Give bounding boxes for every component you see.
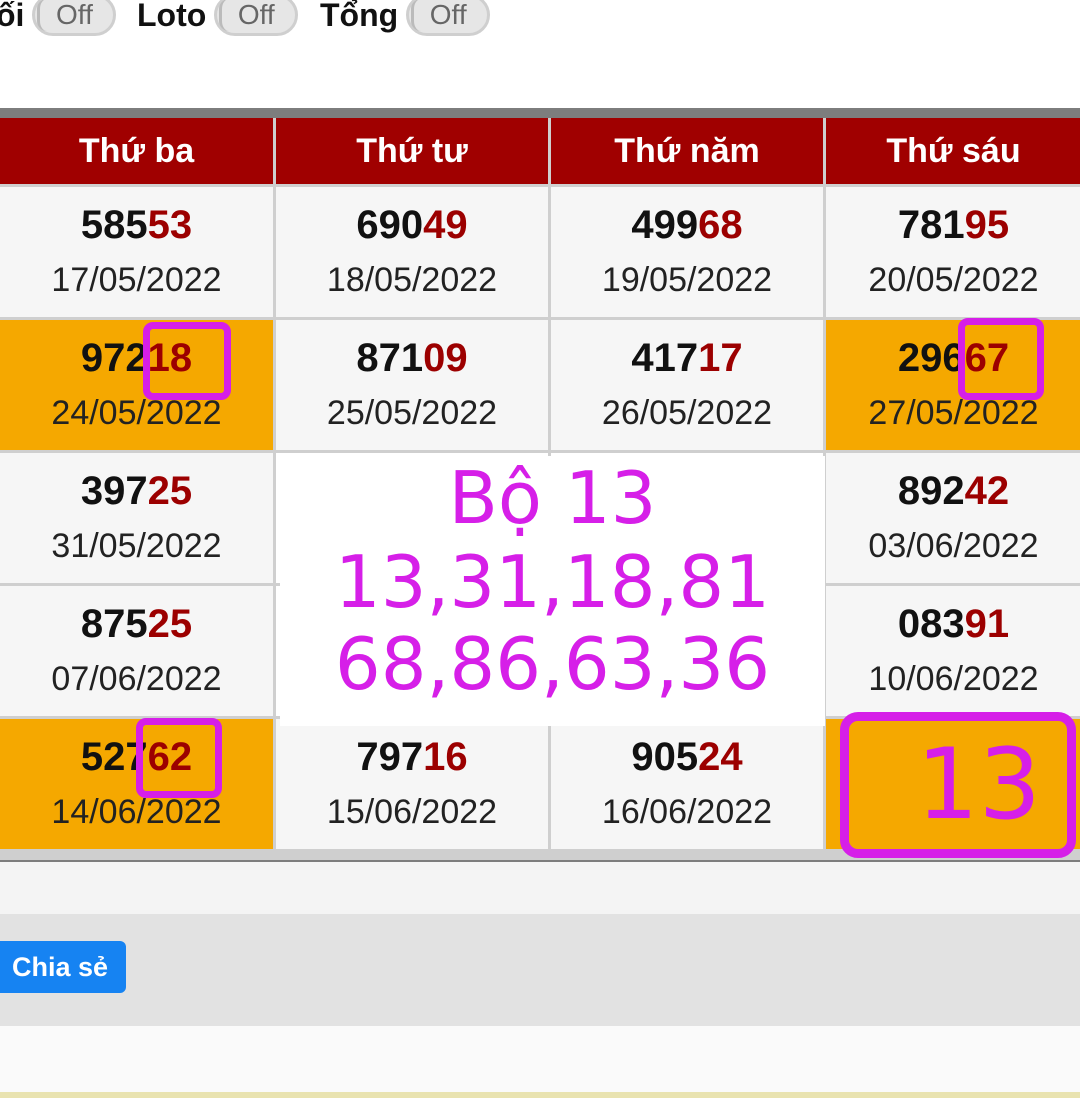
annotation-line: 68,86,63,36: [334, 622, 771, 706]
result-number: 49968: [631, 199, 742, 251]
result-cell: 29667 27/05/2022: [826, 320, 1080, 450]
number-head: 797: [356, 735, 424, 779]
toggle-switch-loto[interactable]: Off: [214, 0, 299, 36]
number-tail: 25: [147, 469, 193, 513]
number-head: 083: [897, 602, 965, 646]
result-date: 16/06/2022: [601, 793, 773, 831]
column-header: Thứ ba: [0, 118, 273, 184]
result-date: 26/05/2022: [601, 394, 773, 432]
handwritten-annotation: Bộ 13 13,31,18,81 68,86,63,36: [280, 456, 825, 726]
result-date: 15/06/2022: [326, 793, 498, 831]
number-tail: 91: [964, 602, 1010, 646]
bottom-divider: [0, 1092, 1080, 1098]
result-date: 17/05/2022: [51, 261, 222, 299]
toggle-label: Loto: [137, 0, 207, 33]
number-tail: 24: [698, 735, 743, 779]
number-head: 417: [631, 336, 699, 380]
result-number: 41717: [631, 332, 742, 384]
result-number: 87525: [81, 598, 192, 650]
result-date: 24/05/2022: [51, 394, 222, 432]
annotation-title: Bộ 13: [448, 456, 657, 540]
number-tail: 62: [147, 735, 193, 779]
number-head: 585: [80, 203, 148, 247]
result-date: 19/05/2022: [601, 261, 773, 299]
toggle-switch-doi[interactable]: Off: [32, 0, 117, 36]
result-cell: 52762 14/06/2022: [0, 719, 273, 849]
result-number: 52762: [81, 731, 192, 783]
result-cell: 87525 07/06/2022: [0, 586, 273, 716]
number-tail: 49: [423, 203, 468, 247]
result-number: 08391: [898, 598, 1009, 650]
result-number: 29667: [898, 332, 1009, 384]
result-cell: 49968 19/05/2022: [551, 187, 823, 317]
column-header: Thứ sáu: [826, 118, 1080, 184]
share-bar: [0, 914, 1080, 1026]
result-date: 18/05/2022: [326, 261, 498, 299]
number-head: 972: [80, 336, 148, 380]
number-head: 397: [80, 469, 148, 513]
number-tail: 53: [147, 203, 193, 247]
number-head: 296: [897, 336, 965, 380]
number-tail: 95: [964, 203, 1010, 247]
result-number: 87109: [356, 332, 467, 384]
result-date: 31/05/2022: [51, 527, 222, 565]
toggle-label: ối: [0, 0, 25, 33]
result-number: 79716: [356, 731, 467, 783]
result-number: 69049: [356, 199, 467, 251]
result-date: 27/05/2022: [868, 394, 1039, 432]
number-tail: 17: [698, 336, 743, 380]
result-number: 89242: [898, 465, 1009, 517]
number-head: 527: [80, 735, 148, 779]
result-number: 78195: [898, 199, 1009, 251]
number-tail: 42: [964, 469, 1010, 513]
result-number: 97218: [81, 332, 192, 384]
toggle-label: Tổng: [320, 0, 399, 33]
result-cell: 78195 20/05/2022: [826, 187, 1080, 317]
result-number: 90524: [631, 731, 742, 783]
number-head: 905: [631, 735, 699, 779]
result-cell: 97218 24/05/2022: [0, 320, 273, 450]
result-cell: 79716 15/06/2022: [276, 719, 548, 849]
toggle-group-doi: ối Off: [0, 0, 128, 36]
toggle-group-tong: Tổng Off: [320, 0, 502, 36]
annotation-line: 13,31,18,81: [334, 540, 771, 624]
number-tail: 68: [698, 203, 743, 247]
number-head: 781: [897, 203, 965, 247]
toggle-row: ối Off Loto Off Tổng Off: [0, 0, 1080, 46]
annotation-big-number: 13: [840, 712, 1076, 858]
result-date: 14/06/2022: [51, 793, 222, 831]
result-date: 07/06/2022: [51, 660, 222, 698]
result-number: 58553: [81, 199, 192, 251]
number-tail: 16: [423, 735, 468, 779]
result-cell: 87109 25/05/2022: [276, 320, 548, 450]
toggle-group-loto: Loto Off: [137, 0, 310, 36]
result-cell: 58553 17/05/2022: [0, 187, 273, 317]
result-cell: 90524 16/06/2022: [551, 719, 823, 849]
number-tail: 09: [423, 336, 468, 380]
number-head: 499: [631, 203, 699, 247]
toggle-switch-tong[interactable]: Off: [406, 0, 491, 36]
result-date: 10/06/2022: [868, 660, 1039, 698]
result-date: 20/05/2022: [868, 261, 1039, 299]
number-head: 892: [897, 469, 965, 513]
result-cell: 69049 18/05/2022: [276, 187, 548, 317]
number-tail: 18: [147, 336, 193, 380]
result-cell: 08391 10/06/2022: [826, 586, 1080, 716]
result-cell: 41717 26/05/2022: [551, 320, 823, 450]
result-date: 25/05/2022: [326, 394, 498, 432]
number-head: 875: [80, 602, 148, 646]
number-head: 690: [356, 203, 424, 247]
bottom-area: [0, 1026, 1080, 1098]
number-tail: 67: [964, 336, 1010, 380]
number-tail: 25: [147, 602, 193, 646]
result-date: 03/06/2022: [868, 527, 1039, 565]
footer-gap: [0, 862, 1080, 914]
column-header: Thứ tư: [276, 118, 548, 184]
result-cell: 89242 03/06/2022: [826, 453, 1080, 583]
column-header: Thứ năm: [551, 118, 823, 184]
number-head: 871: [356, 336, 424, 380]
result-cell: 39725 31/05/2022: [0, 453, 273, 583]
result-number: 39725: [81, 465, 192, 517]
share-button[interactable]: Chia sẻ: [0, 941, 126, 993]
